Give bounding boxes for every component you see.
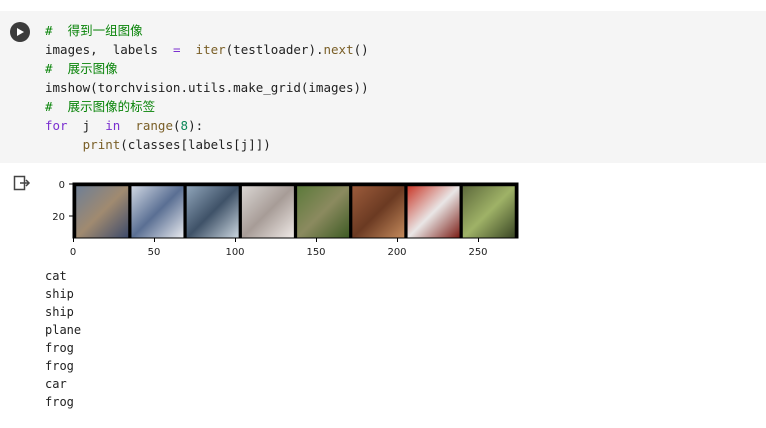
image-grid-plot: 0 20 0 50 100 150 200 250 <box>52 180 519 258</box>
output-line: frog <box>45 341 74 355</box>
code-comment: # 得到一组图像 <box>45 23 143 38</box>
image-tile-ship <box>131 186 184 238</box>
image-tile-frog <box>352 186 405 238</box>
code-function: print <box>82 137 121 152</box>
code-editor[interactable]: # 得到一组图像 images, labels = iter(testloade… <box>45 21 369 154</box>
code-comment: # 展示图像 <box>45 61 118 76</box>
x-tick-label: 0 <box>70 247 76 258</box>
y-tick-label: 20 <box>52 212 65 223</box>
x-tick-label: 200 <box>387 247 406 258</box>
x-axis: 0 50 100 150 200 250 <box>70 238 488 258</box>
image-tile-frog <box>297 186 350 238</box>
code-text: () <box>353 42 369 57</box>
code-text: imshow(torchvision.utils.make_grid(image… <box>45 80 369 95</box>
code-text: j <box>82 118 91 133</box>
code-text: (classes[labels[j]]) <box>120 137 271 152</box>
image-tile-plane <box>241 186 294 238</box>
x-tick-label: 250 <box>468 247 487 258</box>
code-keyword: for <box>45 118 68 133</box>
output-toggle-icon[interactable] <box>13 175 31 191</box>
code-number: 8 <box>180 118 189 133</box>
output-line: frog <box>45 359 74 373</box>
play-icon <box>17 28 24 36</box>
output-line: ship <box>45 287 74 301</box>
output-line: ship <box>45 305 74 319</box>
code-function: next <box>323 42 354 57</box>
code-keyword: in <box>105 118 121 133</box>
output-line: car <box>45 377 67 391</box>
code-function: iter <box>195 42 226 57</box>
code-text: ( <box>173 118 181 133</box>
code-operator: = <box>172 42 181 57</box>
code-text: images, labels <box>45 42 158 57</box>
y-axis: 0 20 <box>52 180 73 223</box>
y-tick-label: 0 <box>59 180 65 191</box>
code-comment: # 展示图像的标签 <box>45 99 156 114</box>
image-tile-ship <box>186 186 239 238</box>
cell-output-text: cat ship ship plane frog frog car frog <box>45 267 81 411</box>
image-tile-cat <box>76 186 129 238</box>
x-tick-label: 50 <box>148 247 161 258</box>
code-cell[interactable]: # 得到一组图像 images, labels = iter(testloade… <box>0 11 766 163</box>
code-text: ): <box>188 118 204 133</box>
output-line: cat <box>45 269 67 283</box>
code-text: (testloader). <box>225 42 324 57</box>
image-tile-frog <box>462 186 515 238</box>
output-line: frog <box>45 395 74 409</box>
image-tile-car <box>407 186 460 238</box>
x-tick-label: 150 <box>306 247 325 258</box>
output-line: plane <box>45 323 82 337</box>
code-function: range <box>135 118 173 133</box>
run-cell-button[interactable] <box>10 22 30 42</box>
x-tick-label: 100 <box>225 247 244 258</box>
